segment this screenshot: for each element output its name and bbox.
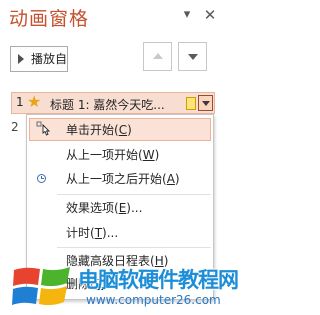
animation-label: 标题 1: 嘉然今天吃...	[50, 98, 165, 112]
menu-item-label: 从上一项之后开始(	[66, 172, 167, 186]
menu-item-label-suffix: )	[127, 123, 132, 137]
menu-item-label-suffix: )...	[102, 226, 119, 240]
menu-item-accelerator: A	[166, 172, 175, 186]
animation-index: 1	[16, 95, 24, 109]
menu-separator	[57, 247, 211, 248]
play-from-label: 播放自	[31, 52, 68, 66]
pane-title: 动画窗格	[9, 8, 90, 30]
chevron-down-icon: ▾	[183, 7, 191, 22]
menu-item-accelerator: T	[94, 226, 103, 240]
animation-item-1[interactable]: 1 ★ 标题 1: 嘉然今天吃...	[11, 92, 215, 114]
move-down-button[interactable]	[178, 42, 207, 71]
pane-options-button[interactable]: ▾	[178, 4, 196, 26]
menu-item-accelerator: W	[142, 148, 155, 162]
close-icon: ✕	[203, 6, 217, 24]
menu-item-timing[interactable]: 计时(T)...	[27, 222, 213, 245]
animation-index-2: 2	[11, 120, 19, 134]
menu-item-label: 单击开始(	[66, 123, 119, 137]
mouse-cursor-icon	[36, 121, 51, 136]
menu-item-after-previous[interactable]: 从上一项之后开始(A)	[27, 168, 213, 191]
triangle-down-icon	[188, 54, 198, 60]
star-icon: ★	[27, 92, 42, 111]
animation-item-dropdown-button[interactable]	[198, 95, 213, 111]
timing-bar[interactable]	[186, 97, 196, 110]
site-watermark: 电脑软硬件教程网 www.computer26.com	[12, 264, 239, 312]
animation-pane-header: 动画窗格 ▾ ✕	[0, 0, 228, 36]
watermark-title: 电脑软硬件教程网	[78, 268, 239, 292]
menu-item-label-suffix: )...	[126, 201, 143, 215]
menu-item-label-suffix: )	[174, 172, 180, 186]
move-up-button[interactable]	[143, 42, 172, 71]
windows-logo-icon	[12, 267, 70, 306]
chevron-down-icon	[202, 101, 210, 106]
menu-item-label: 从上一项开始(	[66, 148, 143, 162]
menu-item-start-on-click[interactable]: 单击开始(C)	[29, 118, 211, 141]
triangle-up-icon	[153, 53, 163, 59]
menu-item-effect-options[interactable]: 效果选项(E)...	[27, 197, 213, 220]
menu-item-accelerator: C	[118, 123, 128, 137]
menu-item-label-suffix: )	[154, 148, 160, 162]
watermark-url: www.computer26.com	[86, 293, 221, 307]
close-pane-button[interactable]: ✕	[201, 4, 219, 26]
menu-item-label: 计时(	[66, 226, 95, 240]
menu-item-label: 效果选项(	[66, 201, 119, 215]
clock-icon	[37, 174, 46, 183]
play-icon	[18, 54, 24, 64]
menu-item-with-previous[interactable]: 从上一项开始(W)	[27, 144, 213, 167]
play-from-button[interactable]: 播放自	[10, 46, 68, 72]
menu-separator	[57, 194, 211, 195]
